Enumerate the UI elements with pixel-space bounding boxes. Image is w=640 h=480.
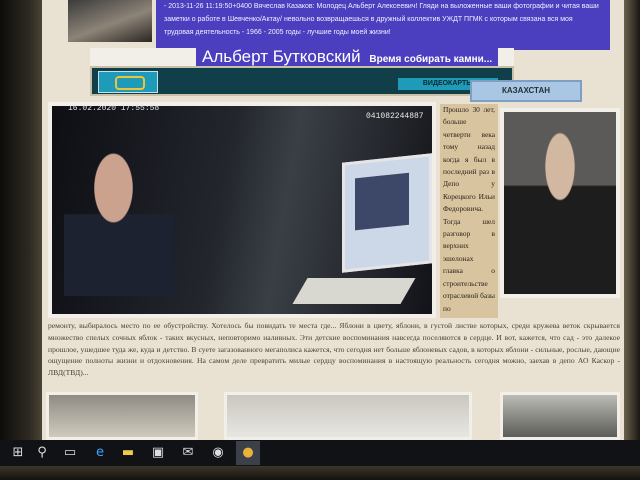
app-icon[interactable]: ◉ xyxy=(208,443,228,463)
nav-bar: ВИДЕОКАРТЫ xyxy=(90,66,514,96)
photo-scene xyxy=(52,106,432,314)
story-paragraph: ремонту, выбиралось место по ее обустрой… xyxy=(48,321,620,378)
monitor-bezel-bottom xyxy=(0,466,640,480)
photo-id-stamp: 041082244887 xyxy=(366,112,424,121)
man-at-desk-figure xyxy=(64,146,174,296)
computer-monitor-figure xyxy=(342,153,432,273)
edge-browser-icon[interactable]: e xyxy=(90,443,110,463)
nav-button-kazakhstan[interactable]: КАЗАХСТАН xyxy=(470,80,582,102)
photo-date-stamp: 16.02.2020 17:55:58 xyxy=(68,104,160,113)
site-tagline: Время собирать камни... xyxy=(369,54,493,65)
portrait-photo[interactable] xyxy=(500,108,620,298)
store-icon[interactable]: ▣ xyxy=(148,443,168,463)
story-column: Прошло 30 лет, больше четверти века тому… xyxy=(440,104,498,318)
news-comment-box: - 2013-11-26 11:19:50+0400 Вячеслав Каза… xyxy=(156,0,610,50)
keyboard-figure xyxy=(292,278,416,304)
windows-taskbar: ⊞ ⚲ ▭ e ▬ ▣ ✉ ◉ ● xyxy=(0,440,640,466)
kazakhstan-ornament-logo[interactable] xyxy=(98,71,158,93)
thumbnail-photo-2[interactable] xyxy=(224,392,472,440)
main-photo[interactable] xyxy=(48,102,436,318)
monitor-bezel-left xyxy=(0,0,42,440)
windows-start-icon[interactable]: ⊞ xyxy=(8,443,28,463)
site-title[interactable]: Альберт Бутковский Время собирать камни.… xyxy=(196,47,499,67)
search-icon[interactable]: ⚲ xyxy=(32,443,52,463)
author-avatar-photo[interactable] xyxy=(68,0,152,42)
monitor-bezel-right xyxy=(624,0,640,440)
chrome-icon[interactable]: ● xyxy=(238,443,258,463)
thumbnail-photo-1[interactable] xyxy=(46,392,198,440)
task-view-icon[interactable]: ▭ xyxy=(60,443,80,463)
file-explorer-icon[interactable]: ▬ xyxy=(118,443,138,463)
top-bar: - 2013-11-26 11:19:50+0400 Вячеслав Каза… xyxy=(42,0,624,50)
site-name: Альберт Бутковский xyxy=(202,47,361,66)
mail-icon[interactable]: ✉ xyxy=(178,443,198,463)
thumbnail-photo-3[interactable] xyxy=(500,392,620,440)
web-page: - 2013-11-26 11:19:50+0400 Вячеслав Каза… xyxy=(42,0,624,440)
